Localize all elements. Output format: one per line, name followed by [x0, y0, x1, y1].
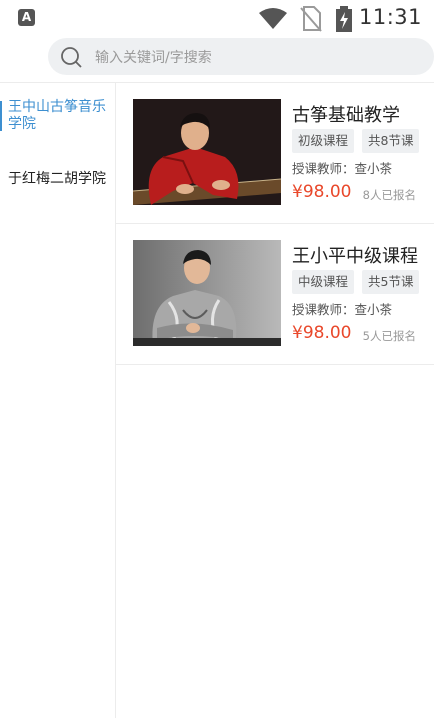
status-time: 11:31 [358, 5, 422, 29]
course-price: ¥98.00 [292, 323, 352, 343]
course-level-tag: 中级课程 [292, 270, 355, 294]
course-list: 古筝基础教学 初级课程 共8节课 授课教师：查小茶 ¥98.00 8人已报名 王… [116, 83, 434, 728]
battery-charging-icon [336, 6, 352, 32]
course-card[interactable]: 古筝基础教学 初级课程 共8节课 授课教师：查小茶 ¥98.00 8人已报名 [116, 83, 434, 224]
course-title: 王小平中级课程 [292, 246, 418, 267]
search-bar[interactable] [48, 38, 434, 77]
lesson-count-tag: 共8节课 [362, 129, 420, 153]
course-card[interactable]: 王小平中级课程 中级课程 共5节课 授课教师：查小茶 ¥98.00 5人已报名 [116, 224, 434, 365]
sidebar-item-label: 于红梅二胡学院 [8, 171, 106, 187]
course-title: 古筝基础教学 [292, 105, 400, 126]
course-thumbnail [133, 99, 281, 205]
no-sim-icon [300, 6, 322, 32]
course-price: ¥98.00 [292, 182, 352, 202]
status-bar: A 11:31 [0, 0, 434, 36]
course-thumbnail [133, 240, 281, 346]
enrollment-count: 8人已报名 [362, 188, 416, 202]
sidebar-item-erhu-academy[interactable]: 于红梅二胡学院 [0, 171, 115, 188]
enrollment-count: 5人已报名 [362, 329, 416, 343]
wifi-icon [259, 8, 287, 29]
course-level-tag: 初级课程 [292, 129, 355, 153]
sidebar-item-guzheng-academy[interactable]: 王中山古筝音乐学院 [0, 99, 115, 133]
search-icon[interactable] [60, 46, 82, 68]
lesson-count-tag: 共5节课 [362, 270, 420, 294]
category-sidebar: 王中山古筝音乐学院 于红梅二胡学院 [0, 83, 116, 728]
course-teacher: 授课教师：查小茶 [292, 302, 393, 317]
app-notification-icon: A [18, 9, 35, 26]
sidebar-item-label: 王中山古筝音乐学院 [8, 99, 106, 132]
search-input[interactable] [93, 38, 417, 77]
course-teacher: 授课教师：查小茶 [292, 161, 393, 176]
bottom-nav-edge [0, 718, 434, 728]
